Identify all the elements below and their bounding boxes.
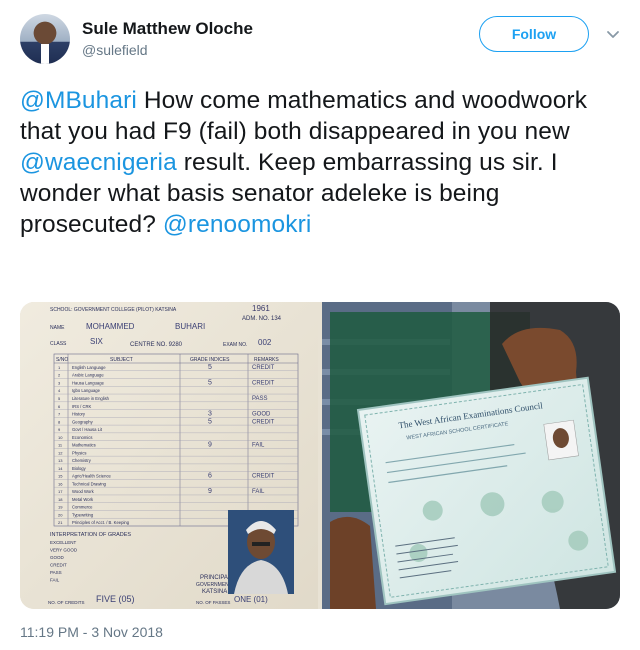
doc-passes-value: ONE (01): [234, 595, 268, 604]
user-info[interactable]: Sule Matthew Oloche @sulefield: [82, 18, 253, 60]
tweet-text: @MBuhari How come mathematics and woodwo…: [20, 85, 630, 240]
doc-name-label: NAME: [50, 325, 65, 331]
col-sn: S/NO: [56, 357, 68, 363]
doc-first-name: MOHAMMED: [86, 322, 135, 331]
doc-class-label: CLASS: [50, 341, 67, 347]
follow-button[interactable]: Follow: [479, 16, 589, 52]
doc-surname: BUHARI: [175, 322, 205, 331]
doc-class-value: SIX: [90, 337, 104, 346]
row-grade: 5: [208, 418, 212, 425]
row-subject: Biology: [72, 466, 87, 471]
row-remark: GOOD: [252, 412, 271, 418]
row-sn: 21: [58, 520, 63, 525]
row-remark: FAIL: [252, 489, 265, 495]
row-subject: Principles of Acct. / B. Keeping: [72, 520, 130, 525]
doc-principal: PRINCIPAL: [200, 575, 232, 581]
col-remarks: REMARKS: [254, 357, 279, 363]
doc-year: 1961: [252, 304, 270, 313]
row-grade: 3: [208, 411, 212, 418]
row-grade: 9: [208, 488, 212, 495]
display-name[interactable]: Sule Matthew Oloche: [82, 18, 253, 40]
interp-title: INTERPRETATION OF GRADES: [50, 532, 131, 538]
row-subject: Igbo Language: [72, 388, 101, 393]
portrait-inset: [228, 510, 294, 594]
row-subject: Literature in English: [72, 396, 110, 401]
row-subject: IRS / CRK: [72, 404, 92, 409]
row-remark: FAIL: [252, 443, 265, 449]
tweet-header: Sule Matthew Oloche @sulefield Follow: [20, 14, 620, 70]
row-sn: 12: [58, 450, 63, 455]
doc-credits-value: FIVE (05): [96, 594, 135, 604]
certificate: The West African Examinations Council WE…: [356, 376, 617, 606]
doc-katsina: KATSINA: [202, 589, 227, 595]
row-subject: Mathematics: [72, 443, 96, 448]
interp-row: VERY GOOD: [50, 548, 78, 553]
row-grade: 5: [208, 364, 212, 371]
col-subject: SUBJECT: [110, 357, 133, 363]
mention-link[interactable]: @MBuhari: [20, 87, 137, 114]
row-subject: Wood Work: [72, 489, 95, 494]
row-subject: Hausa Language: [72, 380, 105, 385]
row-sn: 15: [58, 474, 63, 479]
row-sn: 18: [58, 497, 63, 502]
interp-row: FAIL: [50, 578, 60, 583]
row-grade: 9: [208, 442, 212, 449]
tweet-timestamp[interactable]: 11:19 PM - 3 Nov 2018: [20, 624, 163, 640]
avatar[interactable]: [20, 14, 70, 64]
media-image: SCHOOL: GOVERNMENT COLLEGE (PILOT) KATSI…: [20, 302, 620, 609]
row-sn: 16: [58, 481, 63, 486]
interp-row: GOOD: [50, 555, 65, 560]
interp-row: CREDIT: [50, 563, 67, 568]
row-subject: Technical Drawing: [72, 481, 107, 486]
row-sn: 17: [58, 489, 63, 494]
row-subject: Arabic Language: [72, 373, 104, 378]
doc-credits-label: NO. OF CREDITS: [48, 600, 85, 605]
doc-govt: GOVERNMENT: [196, 582, 232, 588]
row-subject: Commerce: [72, 505, 93, 510]
interp-row: PASS: [50, 570, 62, 575]
doc-centre: CENTRE NO. 9280: [130, 342, 183, 348]
doc-passes-label: NO. OF PASSES: [196, 600, 230, 605]
row-subject: History: [72, 412, 86, 417]
interp-row: EXCELLENT: [50, 540, 77, 545]
mention-link[interactable]: @renoomokri: [163, 211, 312, 238]
row-sn: 10: [58, 435, 63, 440]
row-subject: Agric/Health Science: [72, 474, 112, 479]
row-subject: Geography: [72, 419, 94, 424]
user-handle[interactable]: @sulefield: [82, 40, 253, 60]
doc-adm-no: ADM. NO. 134: [242, 316, 282, 322]
tweet-media[interactable]: SCHOOL: GOVERNMENT COLLEGE (PILOT) KATSI…: [20, 302, 620, 609]
row-subject: Physics: [72, 450, 86, 455]
row-sn: 19: [58, 505, 63, 510]
mention-link[interactable]: @waecnigeria: [20, 149, 177, 176]
row-subject: Govt / Hausa Lit: [72, 427, 103, 432]
row-sn: 13: [58, 458, 63, 463]
row-remark: CREDIT: [252, 365, 275, 371]
row-sn: 20: [58, 512, 63, 517]
row-remark: CREDIT: [252, 474, 275, 480]
row-remark: PASS: [252, 396, 268, 402]
doc-exam-label: EXAM NO.: [223, 342, 247, 348]
row-subject: Economics: [72, 435, 92, 440]
col-grade: GRADE INDICES: [190, 357, 230, 363]
doc-school-line: SCHOOL: GOVERNMENT COLLEGE (PILOT) KATSI…: [50, 307, 177, 313]
chevron-down-icon[interactable]: [605, 26, 621, 42]
doc-exam-no: 002: [258, 338, 272, 347]
row-subject: Metal Work: [72, 497, 94, 502]
row-grade: 5: [208, 379, 212, 386]
row-subject: English Language: [72, 365, 106, 370]
row-sn: 14: [58, 466, 63, 471]
row-grade: 6: [208, 473, 212, 480]
row-remark: CREDIT: [252, 380, 275, 386]
row-subject: Chemistry: [72, 458, 92, 463]
row-remark: CREDIT: [252, 419, 275, 425]
row-subject: Typewriting: [72, 512, 94, 517]
